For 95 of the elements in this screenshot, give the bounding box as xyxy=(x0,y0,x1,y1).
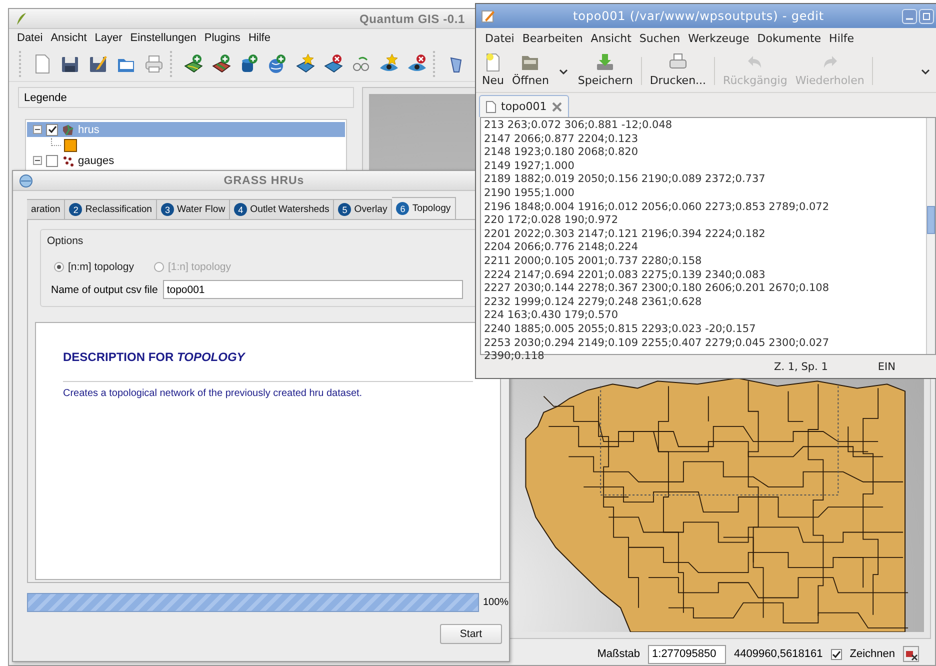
text-line: 2196 1848;0.004 1916;0.012 2056;0.060 2273;0.853 2789;0.072 xyxy=(484,200,830,214)
text-line: 224 163;0.430 179;0.570 xyxy=(484,309,619,323)
layer-name: hrus xyxy=(78,124,100,136)
text-line: 2390;0.118 xyxy=(484,350,546,364)
save-as-icon xyxy=(88,54,108,74)
eye-star-icon xyxy=(379,54,399,74)
toolbar-button[interactable]: Drucken... xyxy=(646,52,710,87)
render-checkbox[interactable] xyxy=(830,648,842,660)
leaf-icon xyxy=(15,12,27,26)
scrollbar-thumb[interactable] xyxy=(927,206,935,234)
dialog-title: GRASS HRUs xyxy=(224,174,306,186)
document-tab[interactable]: topo001 xyxy=(479,95,569,117)
layer-checkbox[interactable] xyxy=(46,124,58,136)
text-line: 220 172;0.028 190;0.972 xyxy=(484,214,619,228)
globe-plus-icon xyxy=(267,54,287,74)
menu-item[interactable]: Bearbeiten xyxy=(518,32,587,45)
layer-row[interactable]: gauges xyxy=(27,153,345,168)
layer-name: gauges xyxy=(78,154,114,166)
coordinates-text: 4409960,5618161 xyxy=(734,648,823,660)
globe-icon xyxy=(19,174,33,188)
menu-item[interactable]: Datei xyxy=(13,32,47,44)
cursor-position: Z. 1, Sp. 1 xyxy=(774,360,828,372)
database-plus-icon xyxy=(239,54,259,74)
menu-item[interactable]: Datei xyxy=(481,32,518,45)
menu-item[interactable]: Layer xyxy=(90,32,126,44)
panel-title: Legende xyxy=(18,87,354,108)
point-layer-icon xyxy=(62,154,74,166)
scrollbar[interactable] xyxy=(926,118,935,354)
glasses-icon xyxy=(351,54,371,74)
tab[interactable]: 3 Water Flow xyxy=(157,199,230,219)
map-plus-icon xyxy=(183,54,203,74)
text-line: 2240 1885;0.005 2055;0.815 2293;0.023 -20;0.157 xyxy=(484,322,757,336)
tab[interactable]: 6 Topology xyxy=(392,197,456,219)
tab[interactable]: 2 Reclassification xyxy=(65,199,157,219)
close-icon[interactable] xyxy=(552,102,562,112)
text-line: 2211 2000;0.105 2001;0.737 2280;0.158 xyxy=(484,254,703,269)
text-line: 2224 2147;0.694 2201;0.083 2275;0.139 2340;0.083 xyxy=(484,268,766,282)
menu-item[interactable]: Werkzeuge xyxy=(684,32,754,45)
menu-item[interactable]: Hilfe xyxy=(244,32,274,44)
layer-checkbox[interactable] xyxy=(46,154,58,166)
map-stop-icon[interactable] xyxy=(903,646,919,662)
fill-symbol-icon xyxy=(64,138,77,152)
notepad-icon xyxy=(481,9,495,23)
minimize-button[interactable] xyxy=(902,8,917,24)
text-line: 2189 1882;0.019 2050;0.156 2190;0.089 2372;0.737 xyxy=(484,173,766,187)
text-line: 2204 2066;0.776 2148;0.224 xyxy=(484,241,640,255)
text-line: 2149 1927;1.000 xyxy=(484,160,576,174)
text-line: 2227 2030;0.144 2278;0.367 2300;0.180 2606;0.201 2670;0.108 xyxy=(484,282,830,296)
chevron-down-icon xyxy=(558,69,568,75)
start-button[interactable]: Start xyxy=(440,624,502,644)
toolbar-button[interactable]: Neu xyxy=(478,52,508,87)
scale-field[interactable]: 1:277095850 xyxy=(648,644,726,664)
toolbar-button[interactable]: Speichern xyxy=(574,52,637,87)
save-icon xyxy=(60,54,80,74)
text-line: 2201 2022;0.303 2147;0.121 2196;0.394 2224;0.182 xyxy=(484,228,766,242)
print-icon xyxy=(144,54,164,74)
text-line: 2147 2066;0.877 2204;0.123 xyxy=(484,132,640,146)
window-title: Quantum GIS -0.1 xyxy=(358,12,465,26)
progress-reading: 100% xyxy=(483,597,509,608)
menu-item[interactable]: Ansicht xyxy=(46,32,91,44)
toolbar-button[interactable]: Öffnen xyxy=(508,52,553,87)
description-text: Creates a topological network of the previously created hru dataset. xyxy=(63,388,364,399)
text-line: 2232 1999;0.124 2279;0.248 2361;0.628 xyxy=(484,296,703,310)
tab[interactable]: aration xyxy=(27,199,66,219)
maximize-button[interactable] xyxy=(919,8,934,24)
insert-mode: EIN xyxy=(878,360,896,372)
tab[interactable]: 4 Outlet Watersheds xyxy=(230,199,334,219)
menu-item[interactable]: Hilfe xyxy=(825,32,858,45)
menu-item[interactable]: Dokumente xyxy=(753,32,826,45)
menu-item[interactable]: Plugins xyxy=(200,32,244,44)
text-line: 2148 1923;0.180 2068;0.820 xyxy=(484,146,640,160)
collapse-icon[interactable] xyxy=(33,156,42,165)
output-file-field[interactable]: topo001 xyxy=(162,280,463,299)
text-line: 2190 1955;1.000 xyxy=(484,186,576,201)
text-line: 213 263;0.072 306;0.881 -12;0.048 xyxy=(484,119,674,133)
field-label: Name of output csv file xyxy=(51,284,158,296)
map-x-icon xyxy=(323,54,343,74)
eye-x-icon xyxy=(407,54,427,74)
window-title: topo001 (/var/www/wpsoutputs) - gedit xyxy=(572,9,825,23)
tab[interactable]: 5 Overlay xyxy=(334,199,392,219)
collapse-icon[interactable] xyxy=(33,125,42,134)
download-tray-icon xyxy=(595,52,616,72)
text-line: 2253 2030;0.294 2149;0.109 2255;0.407 2279;0.045 2300;0.027 xyxy=(484,336,830,350)
document-icon xyxy=(486,100,496,112)
menu-item[interactable]: Suchen xyxy=(635,32,684,45)
maximize-icon xyxy=(923,12,930,20)
menu-item[interactable]: Einstellungen xyxy=(126,32,200,44)
scale-label: Maßstab xyxy=(597,648,640,660)
raster-plus-icon xyxy=(211,54,231,74)
render-label: Zeichnen xyxy=(850,648,895,660)
chevron-down-icon xyxy=(921,69,930,75)
menu-item[interactable]: Ansicht xyxy=(586,32,636,45)
map-star-icon xyxy=(295,54,315,74)
radio-option[interactable]: [n:m] topology xyxy=(54,261,134,273)
polygon-layer-icon xyxy=(62,124,74,136)
